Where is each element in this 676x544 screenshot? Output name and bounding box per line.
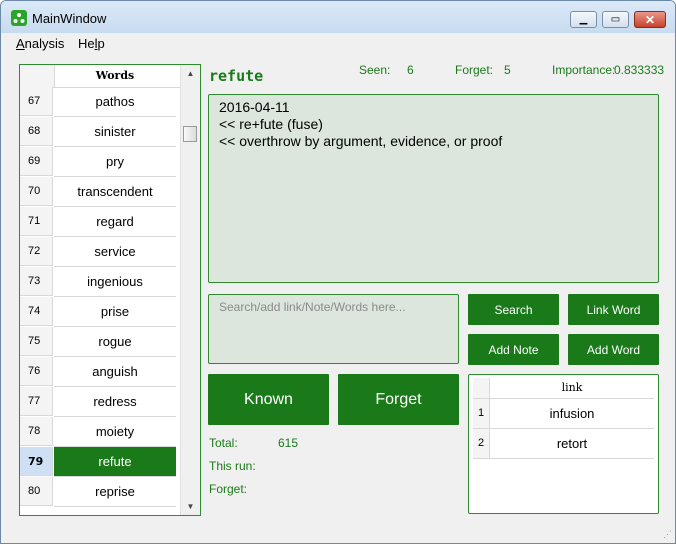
forget-run-label: Forget: <box>209 482 248 496</box>
word-list-header: Words <box>20 65 180 88</box>
menu-help[interactable]: Help <box>78 36 105 51</box>
row-number: 72 <box>20 237 53 266</box>
word-list-row[interactable]: 75 rogue <box>20 327 178 357</box>
link-header-corner <box>473 378 490 398</box>
word-list-row[interactable]: 71 regard <box>20 207 178 237</box>
word-list-row[interactable]: 78 moiety <box>20 417 178 447</box>
link-row-number: 1 <box>473 399 490 429</box>
row-number: 71 <box>20 207 53 236</box>
note-date: 2016-04-11 <box>219 99 290 115</box>
minimize-button[interactable]: ▁ <box>570 11 597 28</box>
scroll-up-icon[interactable]: ▲ <box>181 65 200 82</box>
link-row-word[interactable]: infusion <box>490 399 654 429</box>
row-word[interactable]: transcendent <box>54 177 176 207</box>
link-row-word[interactable]: retort <box>490 429 654 459</box>
importance-value: 0.833333 <box>614 63 665 77</box>
row-number: 68 <box>20 117 53 146</box>
row-word[interactable]: pry <box>54 147 176 177</box>
forget-count-label: Forget: <box>455 63 494 77</box>
word-list-row[interactable]: 67 pathos <box>20 87 178 117</box>
row-number: 78 <box>20 417 53 446</box>
menu-bar: Analysis Help <box>1 33 675 53</box>
forget-count-value: 5 <box>504 63 511 77</box>
row-word[interactable]: moiety <box>54 417 176 447</box>
seen-label: Seen: <box>359 63 391 77</box>
window-title: MainWindow <box>32 11 107 26</box>
notes-panel[interactable]: 2016-04-11 << re+fute (fuse) << overthro… <box>208 94 659 283</box>
word-list-row[interactable]: 70 transcendent <box>20 177 178 207</box>
add-note-button[interactable]: Add Note <box>468 334 559 365</box>
row-word[interactable]: regard <box>54 207 176 237</box>
link-word-button[interactable]: Link Word <box>568 294 659 325</box>
search-button[interactable]: Search <box>468 294 559 325</box>
row-word[interactable]: prise <box>54 297 176 327</box>
search-input-box[interactable]: Search/add link/Note/Words here... <box>208 294 459 364</box>
total-label: Total: <box>209 436 238 450</box>
row-number: 69 <box>20 147 53 176</box>
link-table-header: link <box>473 378 654 399</box>
row-number: 67 <box>20 87 53 116</box>
row-word[interactable]: redress <box>54 387 176 417</box>
word-list-row[interactable]: 77 redress <box>20 387 178 417</box>
word-list-row[interactable]: 73 ingenious <box>20 267 178 297</box>
word-list-row[interactable]: 72 service <box>20 237 178 267</box>
seen-value: 6 <box>407 63 414 77</box>
maximize-icon: ▭ <box>610 13 621 25</box>
title-bar[interactable]: MainWindow ▁ ▭ ✕ <box>1 1 675 33</box>
total-value: 615 <box>278 436 299 450</box>
note-etymology: << re+fute (fuse) <box>219 116 323 132</box>
search-input[interactable] <box>209 295 458 363</box>
row-number: 80 <box>20 477 53 506</box>
row-number: 76 <box>20 357 53 386</box>
resize-grip-icon[interactable]: ⋰ <box>663 529 672 540</box>
close-icon: ✕ <box>644 12 656 27</box>
word-list-row[interactable]: 68 sinister <box>20 117 178 147</box>
link-column-header[interactable]: link <box>490 378 654 398</box>
forget-button[interactable]: Forget <box>338 374 459 425</box>
known-button[interactable]: Known <box>208 374 329 425</box>
maximize-button[interactable]: ▭ <box>602 11 629 28</box>
row-word[interactable]: rogue <box>54 327 176 357</box>
app-icon <box>11 10 27 26</box>
row-number: 75 <box>20 327 53 356</box>
this-run-label: This run: <box>209 459 256 473</box>
link-row[interactable]: 2 retort <box>473 429 654 459</box>
row-number: 79 <box>20 447 53 476</box>
close-button[interactable]: ✕ <box>634 11 666 28</box>
current-word-title: refute <box>209 67 264 85</box>
word-list: Words 67 pathos 68 sinister 69 pry 70 transcend… <box>19 64 201 516</box>
link-table: link 1 infusion 2 retort <box>468 374 659 514</box>
word-list-row[interactable]: 80 reprise <box>20 477 178 507</box>
scroll-down-icon[interactable]: ▼ <box>181 498 200 515</box>
row-number: 73 <box>20 267 53 296</box>
row-word[interactable]: anguish <box>54 357 176 387</box>
main-window: MainWindow ▁ ▭ ✕ Analysis Help Words 67 p… <box>0 0 676 544</box>
importance-label: Importance: <box>552 63 616 77</box>
row-word[interactable]: ingenious <box>54 267 176 297</box>
word-list-row[interactable]: 79 refute <box>20 447 178 477</box>
word-list-row[interactable]: 69 pry <box>20 147 178 177</box>
link-row[interactable]: 1 infusion <box>473 399 654 429</box>
words-column-header[interactable]: Words <box>54 65 176 87</box>
link-row-number: 2 <box>473 429 490 459</box>
row-number: 74 <box>20 297 53 326</box>
scroll-thumb[interactable] <box>183 126 197 142</box>
row-word[interactable]: refute <box>54 447 176 477</box>
word-list-row[interactable]: 76 anguish <box>20 357 178 387</box>
row-word[interactable]: service <box>54 237 176 267</box>
row-word[interactable]: reprise <box>54 477 176 507</box>
minimize-icon: ▁ <box>579 13 588 25</box>
row-number: 77 <box>20 387 53 416</box>
word-list-row[interactable]: 74 prise <box>20 297 178 327</box>
note-definition: << overthrow by argument, evidence, or p… <box>219 133 503 149</box>
menu-analysis[interactable]: Analysis <box>16 36 64 51</box>
header-corner <box>20 65 55 87</box>
row-word[interactable]: sinister <box>54 117 176 147</box>
add-word-button[interactable]: Add Word <box>568 334 659 365</box>
row-word[interactable]: pathos <box>54 87 176 117</box>
row-number: 70 <box>20 177 53 206</box>
word-list-scrollbar[interactable]: ▲ ▼ <box>180 65 200 515</box>
